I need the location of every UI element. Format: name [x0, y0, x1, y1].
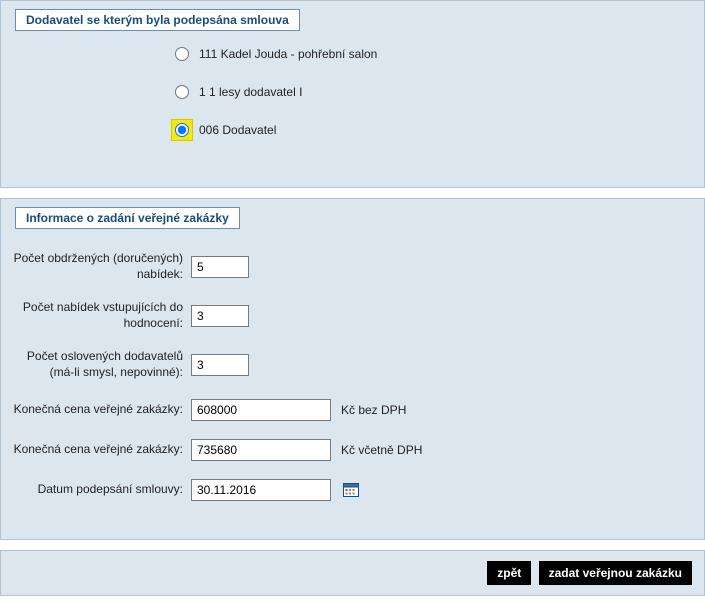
input-sign-date[interactable] [191, 479, 331, 501]
label-sign-date: Datum podepsání smlouvy: [1, 482, 191, 498]
input-offers-evaluated[interactable] [191, 305, 249, 327]
supplier-panel: Dodavatel se kterým byla podepsána smlou… [0, 0, 705, 188]
calendar-icon[interactable] [343, 483, 359, 497]
row-price-with-vat: Konečná cena veřejné zakázky: Kč včetně … [1, 439, 704, 461]
supplier-label-1: 1 1 lesy dodavatel I [199, 85, 302, 99]
supplier-option-1[interactable]: 1 1 lesy dodavatel I [171, 81, 704, 103]
info-panel-legend: Informace o zadání veřejné zakázky [15, 207, 240, 229]
submit-button[interactable]: zadat veřejnou zakázku [539, 561, 692, 585]
back-button[interactable]: zpět [487, 561, 531, 585]
row-sign-date: Datum podepsání smlouvy: [1, 479, 704, 501]
info-panel: Informace o zadání veřejné zakázky Počet… [0, 198, 705, 540]
input-price-no-vat[interactable] [191, 399, 331, 421]
row-offers-evaluated: Počet nabídek vstupujících do hodnocení: [1, 300, 704, 331]
input-offers-received[interactable] [191, 256, 249, 278]
supplier-radio-0[interactable] [175, 47, 189, 61]
supplier-option-2[interactable]: 006 Dodavatel [171, 119, 704, 141]
label-price-no-vat: Konečná cena veřejné zakázky: [1, 402, 191, 418]
supplier-option-0[interactable]: 111 Kadel Jouda - pohřební salon [171, 43, 704, 65]
label-offers-evaluated: Počet nabídek vstupujících do hodnocení: [1, 300, 191, 331]
supplier-label-0: 111 Kadel Jouda - pohřební salon [199, 47, 377, 61]
row-price-no-vat: Konečná cena veřejné zakázky: Kč bez DPH [1, 399, 704, 421]
radio-icon [171, 43, 193, 65]
suffix-price-no-vat: Kč bez DPH [341, 403, 406, 417]
suffix-price-with-vat: Kč včetně DPH [341, 443, 422, 457]
button-bar: zpět zadat veřejnou zakázku [0, 550, 705, 596]
input-suppliers-addressed[interactable] [191, 354, 249, 376]
label-suppliers-addressed: Počet oslovených dodavatelů (má-li smysl… [1, 349, 191, 380]
row-suppliers-addressed: Počet oslovených dodavatelů (má-li smysl… [1, 349, 704, 380]
input-price-with-vat[interactable] [191, 439, 331, 461]
supplier-radio-1[interactable] [175, 85, 189, 99]
supplier-radio-2[interactable] [175, 123, 189, 137]
label-offers-received: Počet obdržených (doručených) nabídek: [1, 251, 191, 282]
supplier-label-2: 006 Dodavatel [199, 123, 276, 137]
supplier-radio-list: 111 Kadel Jouda - pohřební salon 1 1 les… [1, 43, 704, 187]
info-form: Počet obdržených (doručených) nabídek: P… [1, 241, 704, 539]
radio-highlight [171, 119, 193, 141]
supplier-panel-legend: Dodavatel se kterým byla podepsána smlou… [15, 9, 300, 31]
radio-icon [171, 81, 193, 103]
row-offers-received: Počet obdržených (doručených) nabídek: [1, 251, 704, 282]
label-price-with-vat: Konečná cena veřejné zakázky: [1, 442, 191, 458]
